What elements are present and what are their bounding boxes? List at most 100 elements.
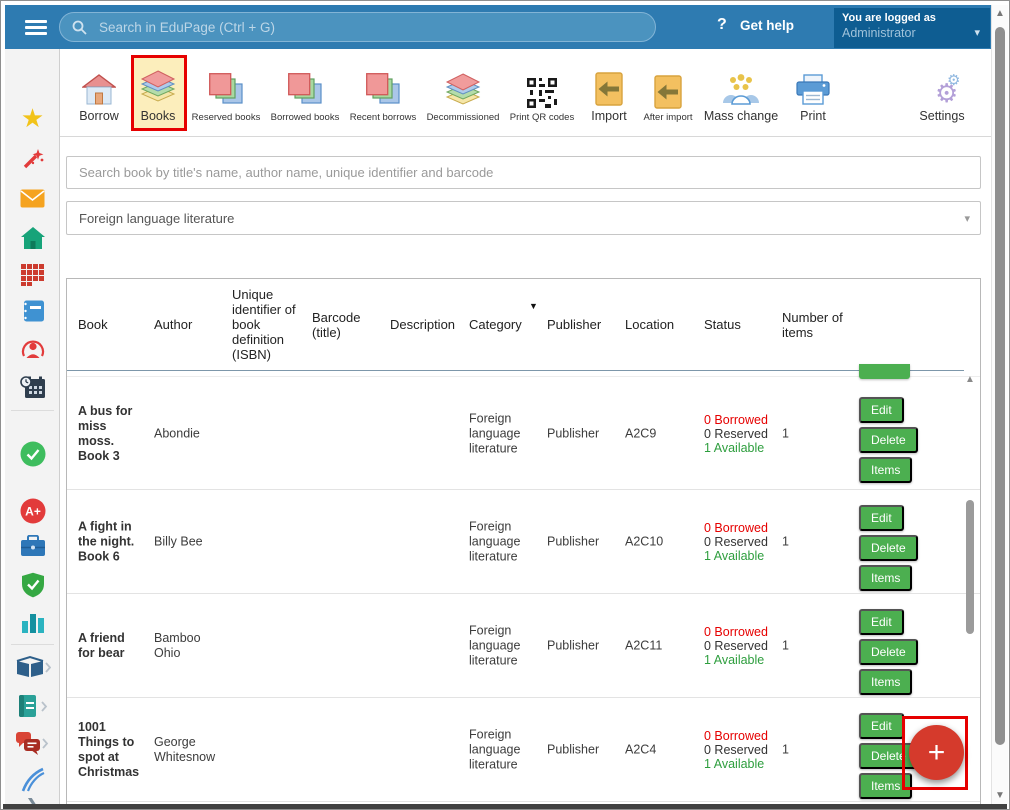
book-publisher: Publisher (547, 535, 611, 550)
delete-button[interactable]: Delete (859, 427, 918, 453)
chat-bubbles-icon[interactable] (5, 731, 60, 759)
briefcase-icon[interactable] (5, 535, 60, 561)
toolbar-borrowed-books-label: Borrowed books (271, 112, 340, 123)
items-button[interactable]: Items (859, 565, 912, 591)
table-scrollbar-thumb[interactable] (966, 500, 974, 634)
column-header-author[interactable]: Author (154, 279, 224, 370)
status-available: 1 Available (704, 441, 778, 455)
people-group-icon (722, 74, 760, 106)
grade-a-plus-icon[interactable]: A+ (5, 498, 60, 528)
table-row: 1001 Things to spot at Christmas George … (67, 697, 980, 802)
table-scroll-up-icon[interactable]: ▲ (962, 374, 978, 385)
notebook-icon[interactable] (5, 300, 60, 326)
status-available: 1 Available (704, 653, 778, 667)
status-reserved: 0 Reserved (704, 743, 778, 757)
table-row: A bus for miss moss. Book 3 Abondie Fore… (67, 376, 980, 490)
window-bottom-edge (3, 804, 1007, 809)
magic-wand-icon[interactable] (5, 146, 60, 174)
column-header-book[interactable]: Book (78, 279, 144, 370)
table-row: A fight in the night. Book 6 Billy Bee F… (67, 489, 980, 594)
toolbar-print[interactable]: Print (766, 57, 860, 123)
page-scrollbar-thumb[interactable] (995, 27, 1005, 745)
svg-text:A+: A+ (25, 505, 41, 519)
app-window: ? Get help You are logged as Administrat… (0, 0, 1010, 810)
shield-check-icon[interactable] (5, 572, 60, 602)
qr-code-icon (526, 77, 558, 109)
delete-button[interactable]: Delete (859, 535, 918, 561)
edit-button[interactable]: Edit (859, 609, 904, 635)
column-header-barcode[interactable]: Barcode (title) (312, 279, 376, 370)
book-category: Foreign language literature (469, 728, 527, 773)
category-select-value: Foreign language literature (79, 211, 234, 226)
edit-button[interactable]: Edit (859, 397, 904, 423)
column-header-location[interactable]: Location (625, 279, 687, 370)
book-publisher: Publisher (547, 743, 611, 758)
hamburger-menu-icon[interactable] (25, 20, 47, 37)
check-circle-icon[interactable] (5, 441, 60, 471)
book-location: A2C4 (625, 743, 687, 758)
edit-button[interactable]: Edit (859, 505, 904, 531)
book-location: A2C11 (625, 639, 687, 654)
status-borrowed: 0 Borrowed (704, 413, 778, 427)
column-header-isbn[interactable]: Unique identifier of book definition (IS… (232, 279, 302, 370)
table-row: A friend for bear Bamboo Ohio Foreign la… (67, 593, 980, 698)
book-search-input[interactable] (66, 156, 981, 189)
module-toolbar: Borrow Books Reserved books Borrowed boo… (60, 49, 991, 137)
category-select[interactable]: Foreign language literature ▾ (66, 201, 981, 235)
sidebar-divider (11, 644, 54, 645)
book-title: A bus for miss moss. Book 3 (78, 404, 144, 464)
book-location: A2C9 (625, 426, 687, 441)
book-layers-icon (445, 73, 481, 109)
sidebar-divider (11, 410, 54, 411)
items-button[interactable]: Items (859, 457, 912, 483)
book-title: A friend for bear (78, 631, 144, 661)
get-help-link[interactable]: Get help (740, 18, 794, 33)
contact-person-icon[interactable] (5, 337, 60, 365)
book-publisher: Publisher (547, 639, 611, 654)
column-header-description[interactable]: Description (390, 279, 462, 370)
global-search (59, 12, 656, 42)
pen-icon[interactable] (5, 767, 60, 797)
global-search-input[interactable] (97, 19, 643, 36)
copybook-icon[interactable] (5, 694, 60, 722)
add-book-button[interactable]: + (909, 725, 964, 780)
calendar-clock-icon[interactable] (5, 375, 60, 403)
envelope-icon[interactable] (5, 189, 60, 212)
scroll-down-icon[interactable]: ▼ (992, 790, 1008, 801)
chevron-down-icon: ▾ (974, 26, 980, 39)
column-header-publisher[interactable]: Publisher (547, 279, 611, 370)
scroll-up-icon[interactable]: ▲ (992, 8, 1008, 19)
toolbar-reserved-books-label: Reserved books (192, 112, 261, 123)
book-layers-icon (140, 70, 176, 106)
timetable-grid-icon[interactable] (5, 264, 60, 290)
logged-as-user: Administrator (842, 26, 982, 40)
book-author: Bamboo Ohio (154, 631, 224, 661)
book-category: Foreign language literature (469, 520, 527, 565)
house-icon[interactable] (5, 227, 60, 253)
column-header-status[interactable]: Status (704, 279, 778, 370)
items-button-partial[interactable] (859, 364, 910, 379)
edit-button[interactable]: Edit (859, 713, 904, 739)
status-reserved: 0 Reserved (704, 639, 778, 653)
book-title: A fight in the night. Book 6 (78, 520, 144, 565)
stacked-books-icon (366, 73, 400, 109)
stacked-books-icon (209, 73, 243, 109)
bar-chart-icon[interactable] (5, 611, 60, 637)
help-icon[interactable]: ? (717, 16, 727, 34)
page-scrollbar: ▲ ▼ (991, 5, 1008, 804)
book-category: Foreign language literature (469, 624, 527, 669)
logged-in-user-dropdown[interactable]: You are logged as Administrator ▾ (834, 8, 990, 48)
book-items-count: 1 (782, 535, 852, 550)
library-book-icon[interactable] (5, 655, 60, 683)
items-button[interactable]: Items (859, 669, 912, 695)
toolbar-books-label: Books (141, 109, 176, 123)
column-header-category[interactable]: Category (469, 279, 527, 370)
book-category: Foreign language literature (469, 411, 527, 456)
delete-button[interactable]: Delete (859, 639, 918, 665)
column-header-items[interactable]: Number of items (782, 279, 852, 370)
status-available: 1 Available (704, 549, 778, 563)
import-arrow-icon (595, 72, 623, 106)
svg-text:⚙: ⚙ (947, 72, 960, 89)
sort-desc-icon[interactable]: ▼ (529, 301, 538, 311)
toolbar-settings[interactable]: ⚙ ⚙ Settings (895, 57, 989, 123)
